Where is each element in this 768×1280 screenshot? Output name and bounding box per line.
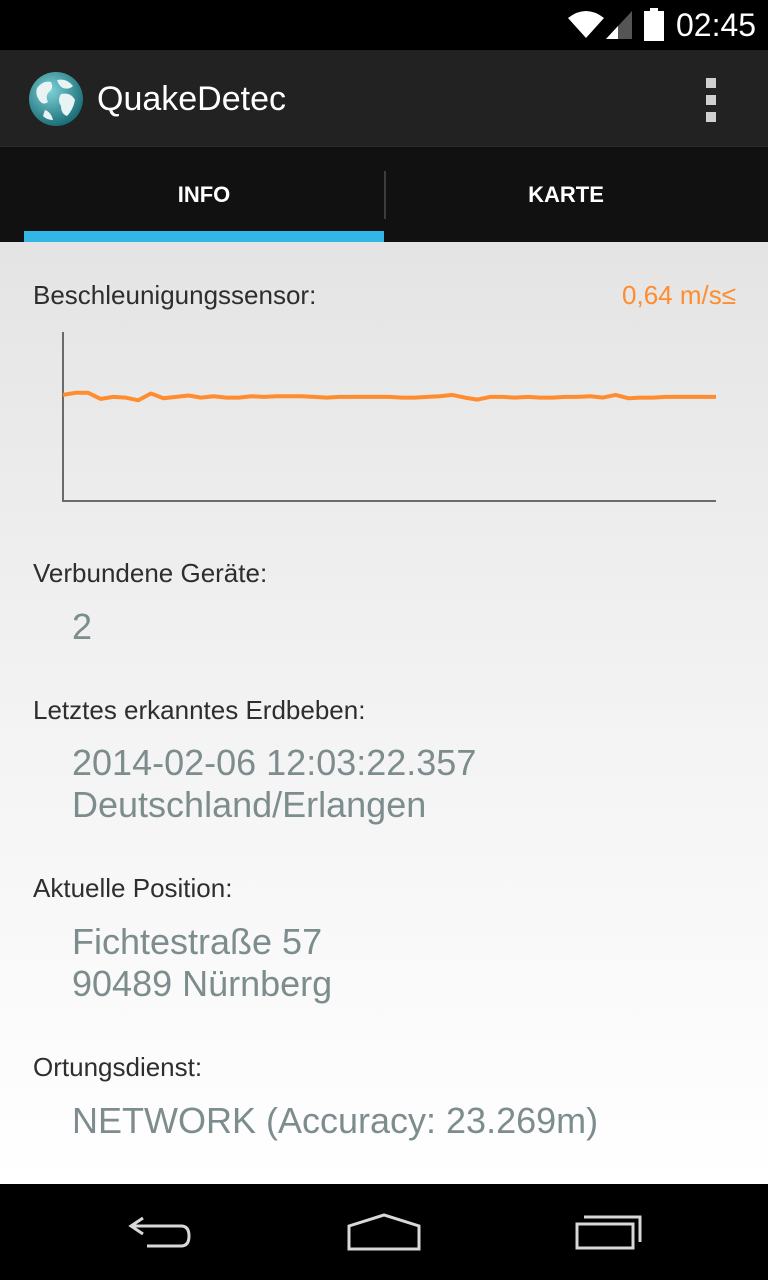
- status-time: 02:45: [676, 7, 757, 43]
- last-quake-timestamp: 2014-02-06 12:03:22.357: [72, 742, 477, 783]
- back-button[interactable]: [110, 1204, 210, 1260]
- recents-icon: [575, 1215, 642, 1250]
- status-bar: 02:45: [0, 0, 768, 50]
- home-button[interactable]: [334, 1204, 434, 1260]
- home-icon: [347, 1213, 421, 1251]
- back-icon: [128, 1216, 191, 1248]
- last-quake-location: Deutschland/Erlangen: [72, 784, 427, 825]
- overflow-menu-icon[interactable]: [692, 78, 732, 122]
- last-quake-label: Letztes erkanntes Erdbeben:: [33, 695, 366, 725]
- current-position-street: Fichtestraße 57: [72, 921, 323, 962]
- location-service-label: Ortungsdienst:: [33, 1052, 203, 1082]
- info-content[interactable]: Beschleunigungssensor: 0,64 m/s≤ Verbund…: [0, 242, 768, 1184]
- tab-info-label: INFO: [177, 182, 231, 207]
- app-title: QuakeDetec: [97, 80, 286, 118]
- signal-icon: [606, 11, 632, 39]
- accelerometer-chart: [62, 332, 716, 502]
- tab-karte[interactable]: KARTE: [386, 147, 746, 243]
- navigation-bar: [0, 1184, 768, 1280]
- action-bar: QuakeDetec: [0, 50, 768, 146]
- tab-bar: INFO KARTE: [0, 146, 768, 243]
- tab-info[interactable]: INFO: [24, 147, 384, 243]
- battery-icon: [644, 8, 664, 41]
- recents-button[interactable]: [560, 1204, 660, 1260]
- connected-devices-value: 2: [72, 606, 93, 647]
- location-service-value: NETWORK (Accuracy: 23.269m): [72, 1100, 599, 1141]
- current-position-label: Aktuelle Position:: [33, 873, 233, 903]
- chart-series-line: [62, 390, 716, 403]
- globe-icon[interactable]: [27, 70, 85, 128]
- accelerometer-label: Beschleunigungssensor:: [33, 280, 317, 310]
- accelerometer-value: 0,64 m/s≤: [622, 280, 736, 310]
- wifi-icon: [568, 11, 604, 38]
- tab-karte-label: KARTE: [528, 182, 604, 207]
- connected-devices-label: Verbundene Geräte:: [33, 558, 268, 588]
- current-position-city: 90489 Nürnberg: [72, 963, 333, 1004]
